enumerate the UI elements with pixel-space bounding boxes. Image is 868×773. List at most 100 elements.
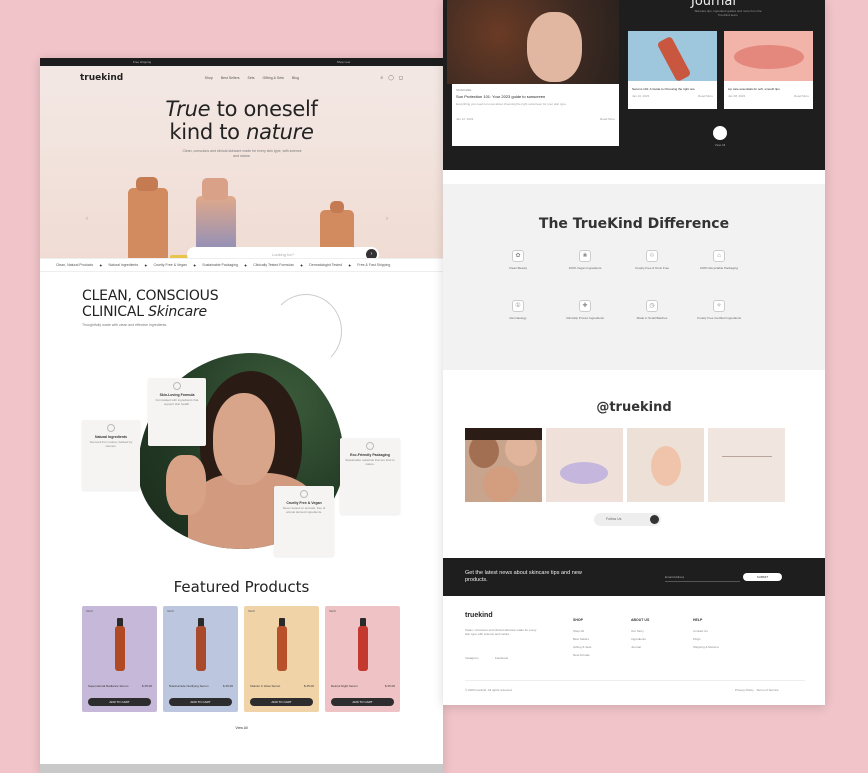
carousel-next-icon[interactable]: › (386, 216, 388, 222)
article-title[interactable]: Sun Protection 101: Your 2023 guide to s… (456, 94, 615, 99)
product-name[interactable]: Vitamin C Glow Serum (250, 684, 296, 688)
journal-card[interactable]: Lip care essentials for soft, smooth lip… (724, 81, 813, 109)
article-category: SKINCARE (456, 88, 472, 92)
follow-us-button[interactable]: Follow Us (594, 513, 661, 526)
product-price: $ 25.00 (222, 684, 233, 688)
instagram-post-image[interactable] (708, 428, 785, 502)
footer-column-title: SHOP (573, 618, 583, 622)
feature-card-desc: Formulated with ingredients that support… (155, 398, 199, 406)
serum-pipette-shape (656, 35, 692, 81)
product-name[interactable]: Retinol Night Serum (331, 684, 377, 688)
footer-column: ABOUT US Our Story Ingredients Journal (631, 618, 649, 651)
footer-description: Clean, conscious and clinical skincare m… (465, 628, 537, 636)
footer-social-facebook[interactable]: Facebook (495, 656, 508, 660)
read-more-link[interactable]: Read More (600, 117, 615, 121)
footer-link[interactable]: Shop All (573, 627, 591, 635)
read-more-link[interactable]: Read More (794, 94, 809, 98)
instagram-handle[interactable]: @truekind (443, 400, 825, 415)
instagram-post-image[interactable] (465, 428, 542, 502)
difference-icon: ◷ (646, 300, 658, 312)
product-cap-image (202, 178, 228, 200)
nav-link-blog[interactable]: Blog (292, 76, 299, 80)
journal-subtitle: Skincare tips, ingredient guides and mor… (694, 9, 762, 17)
newsletter-email-input[interactable]: Email Address (665, 575, 684, 579)
product-card[interactable]: NEW Retinol Night Serum $ 25.00 ADD TO CART (325, 606, 400, 712)
product-price: $ 25.00 (303, 684, 314, 688)
journal-card[interactable]: Serums 101: A Guide to Choosing the righ… (628, 81, 717, 109)
footer-logo[interactable]: truekind (465, 612, 493, 619)
journal-card-image[interactable] (724, 31, 813, 81)
product-bottle-image[interactable] (358, 626, 368, 671)
difference-label: Made in Small Batches (636, 316, 668, 320)
instagram-post-image[interactable] (627, 428, 704, 502)
journal-main-card[interactable]: SKINCARE Sun Protection 101: Your 2023 g… (452, 84, 619, 146)
hair-shape (465, 428, 542, 440)
read-more-link[interactable]: Read More (698, 94, 713, 98)
product-name[interactable]: Supernatural Radiance Serum (88, 684, 134, 688)
product-card[interactable]: NEW Vitamin C Glow Serum $ 25.00 ADD TO CAR… (244, 606, 319, 712)
product-bottle-image[interactable] (115, 626, 125, 671)
difference-label: Cruelty Free Certified Ingredients (696, 316, 742, 320)
footer-link[interactable]: Contact Us (693, 627, 719, 635)
product-bottle-image[interactable] (196, 626, 206, 671)
footer-link[interactable]: Gifting & Sets (573, 643, 591, 651)
search-icon[interactable]: ⌕ (380, 75, 383, 81)
decorative-arc (270, 294, 342, 368)
product-cap-image (136, 177, 158, 191)
difference-item: ⌂ 100% Recyclable Packaging (691, 250, 747, 270)
journal-view-all-label[interactable]: View All (705, 143, 735, 147)
hand-shape (527, 12, 582, 82)
brand-logo[interactable]: truekind (80, 73, 123, 83)
instagram-post-image[interactable] (546, 428, 623, 502)
newsletter-submit-button[interactable]: SUBMIT (743, 573, 782, 581)
add-to-cart-button[interactable]: ADD TO CART (250, 698, 313, 706)
difference-icon: ✧ (713, 300, 725, 312)
hero-title-start: kind to (169, 120, 247, 144)
nav-link-shop[interactable]: Shop (205, 76, 213, 80)
product-bottle-image[interactable] (277, 626, 287, 671)
footer-link[interactable]: Our Story (631, 627, 649, 635)
product-card[interactable]: NEW Niacinamide Clarifying Serum $ 25.00 AD… (163, 606, 238, 712)
star-icon: ✦ (243, 262, 248, 268)
face-diagram-shape (651, 446, 681, 486)
hero-title-rest: to oneself (210, 97, 318, 121)
announcement-link[interactable]: Shop now (337, 60, 350, 64)
footer-legal-links[interactable]: Privacy Policy · Terms of Service (735, 688, 779, 692)
main-nav: truekind Shop Best Sellers Sets Gifting … (40, 66, 443, 90)
product-card[interactable]: NEW Supernatural Radiance Serum $ 25.00 ADD… (82, 606, 157, 712)
user-icon[interactable]: ◯ (388, 75, 394, 81)
footer-link[interactable]: Best Sellers (573, 635, 591, 643)
add-to-cart-button[interactable]: ADD TO CART (331, 698, 394, 706)
newsletter-bar: Get the latest news about skincare tips … (443, 558, 825, 596)
nav-link-gifting[interactable]: Gifting & Sets (263, 76, 284, 80)
footer-link[interactable]: Shipping & Returns (693, 643, 719, 651)
footer-link[interactable]: FAQs (693, 635, 719, 643)
difference-item: ✚ Clinically Proven Ingredients (557, 300, 613, 320)
carousel-prev-icon[interactable]: ‹ (86, 216, 88, 222)
footer-link[interactable]: Ingredients (631, 635, 649, 643)
journal-view-all-button[interactable] (713, 126, 727, 140)
marquee-item: Clinically Tested Formulas (253, 263, 294, 267)
footer-link[interactable]: Journal (631, 643, 649, 651)
footer-column: HELP Contact Us FAQs Shipping & Returns (693, 618, 719, 651)
journal-card-image[interactable] (628, 31, 717, 81)
cart-icon[interactable]: ◻ (399, 75, 403, 81)
difference-item: ✧ Cruelty Free Certified Ingredients (691, 300, 747, 320)
article-meta: Jan 10, 2023 Read More (632, 91, 713, 98)
footer-social-instagram[interactable]: Instagram (465, 656, 478, 660)
difference-label: 100% Vegan Ingredients (568, 266, 602, 270)
add-to-cart-button[interactable]: ADD TO CART (169, 698, 232, 706)
footer-link[interactable]: New Arrivals (573, 651, 591, 659)
nav-links: Shop Best Sellers Sets Gifting & Sets Bl… (205, 76, 299, 80)
star-icon: ✦ (348, 262, 352, 268)
nav-link-best-sellers[interactable]: Best Sellers (221, 76, 240, 80)
journal-main-image[interactable] (447, 0, 619, 84)
product-name[interactable]: Niacinamide Clarifying Serum (169, 684, 215, 688)
view-all-products-link[interactable]: View All (40, 726, 443, 730)
nav-link-sets[interactable]: Sets (248, 76, 255, 80)
homepage-left: Free shipping Shop now truekind Shop Bes… (40, 58, 443, 773)
bunny-icon (300, 490, 308, 498)
clean-heading-start: CLINICAL (82, 304, 149, 320)
add-to-cart-button[interactable]: ADD TO CART (88, 698, 151, 706)
product-tag: NEW (329, 609, 336, 613)
